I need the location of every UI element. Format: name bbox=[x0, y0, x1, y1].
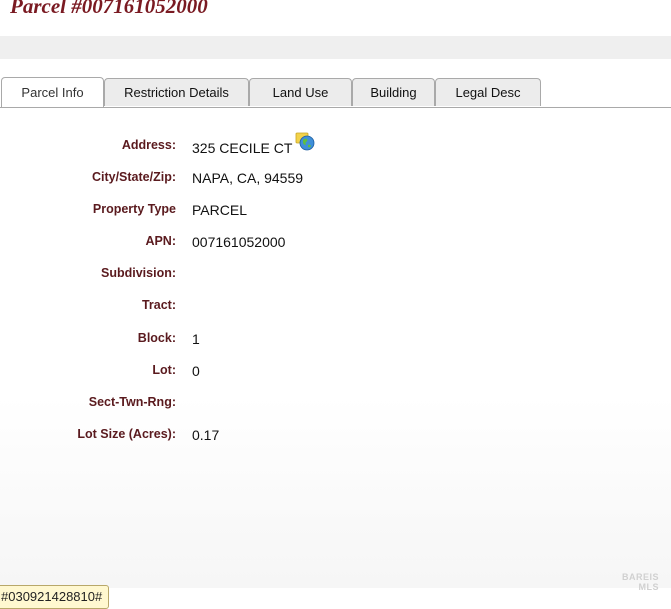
field-label-apn: APN: bbox=[145, 234, 176, 248]
watermark-line-2: MLS bbox=[638, 582, 660, 592]
field-value-lot-size: 0.17 bbox=[192, 427, 220, 443]
field-label-sect-twn-rng: Sect-Twn-Rng: bbox=[88, 395, 176, 409]
page-title: Parcel #007161052000 bbox=[10, 0, 208, 18]
tab-legal-desc[interactable]: Legal Desc bbox=[435, 78, 541, 106]
tab-parcel-info[interactable]: Parcel Info bbox=[1, 77, 104, 107]
field-value-city-state-zip: NAPA, CA, 94559 bbox=[192, 170, 304, 186]
field-label-address: Address: bbox=[121, 138, 176, 152]
field-row-sect-twn-rng: Sect-Twn-Rng: bbox=[0, 395, 671, 415]
field-value-property-type: PARCEL bbox=[192, 202, 247, 218]
parcel-info-panel: Address: 325 CECILE CT City/State/Zip: N… bbox=[0, 108, 671, 588]
field-value-address: 325 CECILE CT bbox=[192, 140, 293, 156]
field-label-city-state-zip: City/State/Zip: bbox=[91, 170, 176, 184]
field-row-block: Block: 1 bbox=[0, 331, 671, 351]
field-label-subdivision: Subdivision: bbox=[101, 266, 176, 280]
watermark-line-1: BAREIS bbox=[622, 572, 660, 582]
field-row-address: Address: 325 CECILE CT bbox=[0, 132, 671, 158]
field-row-city-state-zip: City/State/Zip: NAPA, CA, 94559 bbox=[0, 170, 671, 190]
tab-bar: Parcel Info Restriction Details Land Use… bbox=[0, 77, 671, 108]
tab-building[interactable]: Building bbox=[352, 78, 435, 106]
status-chip: #030921428810# bbox=[0, 585, 110, 609]
field-row-lot: Lot: 0 bbox=[0, 363, 671, 383]
header-band bbox=[0, 36, 671, 59]
field-row-apn: APN: 007161052000 bbox=[0, 234, 671, 254]
field-label-lot: Lot: bbox=[152, 363, 176, 377]
watermark-logo: BAREIS MLS bbox=[622, 572, 659, 592]
tab-land-use[interactable]: Land Use bbox=[249, 78, 352, 106]
field-row-tract: Tract: bbox=[0, 298, 671, 318]
field-value-apn: 007161052000 bbox=[192, 234, 286, 250]
field-label-tract: Tract: bbox=[141, 298, 176, 312]
field-row-lot-size: Lot Size (Acres): 0.17 bbox=[0, 427, 671, 447]
tab-restriction-details[interactable]: Restriction Details bbox=[104, 78, 249, 106]
globe-icon[interactable] bbox=[295, 131, 315, 151]
field-label-property-type: Property Type bbox=[92, 202, 176, 216]
field-row-subdivision: Subdivision: bbox=[0, 266, 671, 286]
field-value-lot: 0 bbox=[192, 363, 200, 379]
field-row-property-type: Property Type PARCEL bbox=[0, 202, 671, 222]
field-label-lot-size: Lot Size (Acres): bbox=[77, 427, 176, 441]
field-label-block: Block: bbox=[137, 331, 176, 345]
field-value-block: 1 bbox=[192, 331, 200, 347]
